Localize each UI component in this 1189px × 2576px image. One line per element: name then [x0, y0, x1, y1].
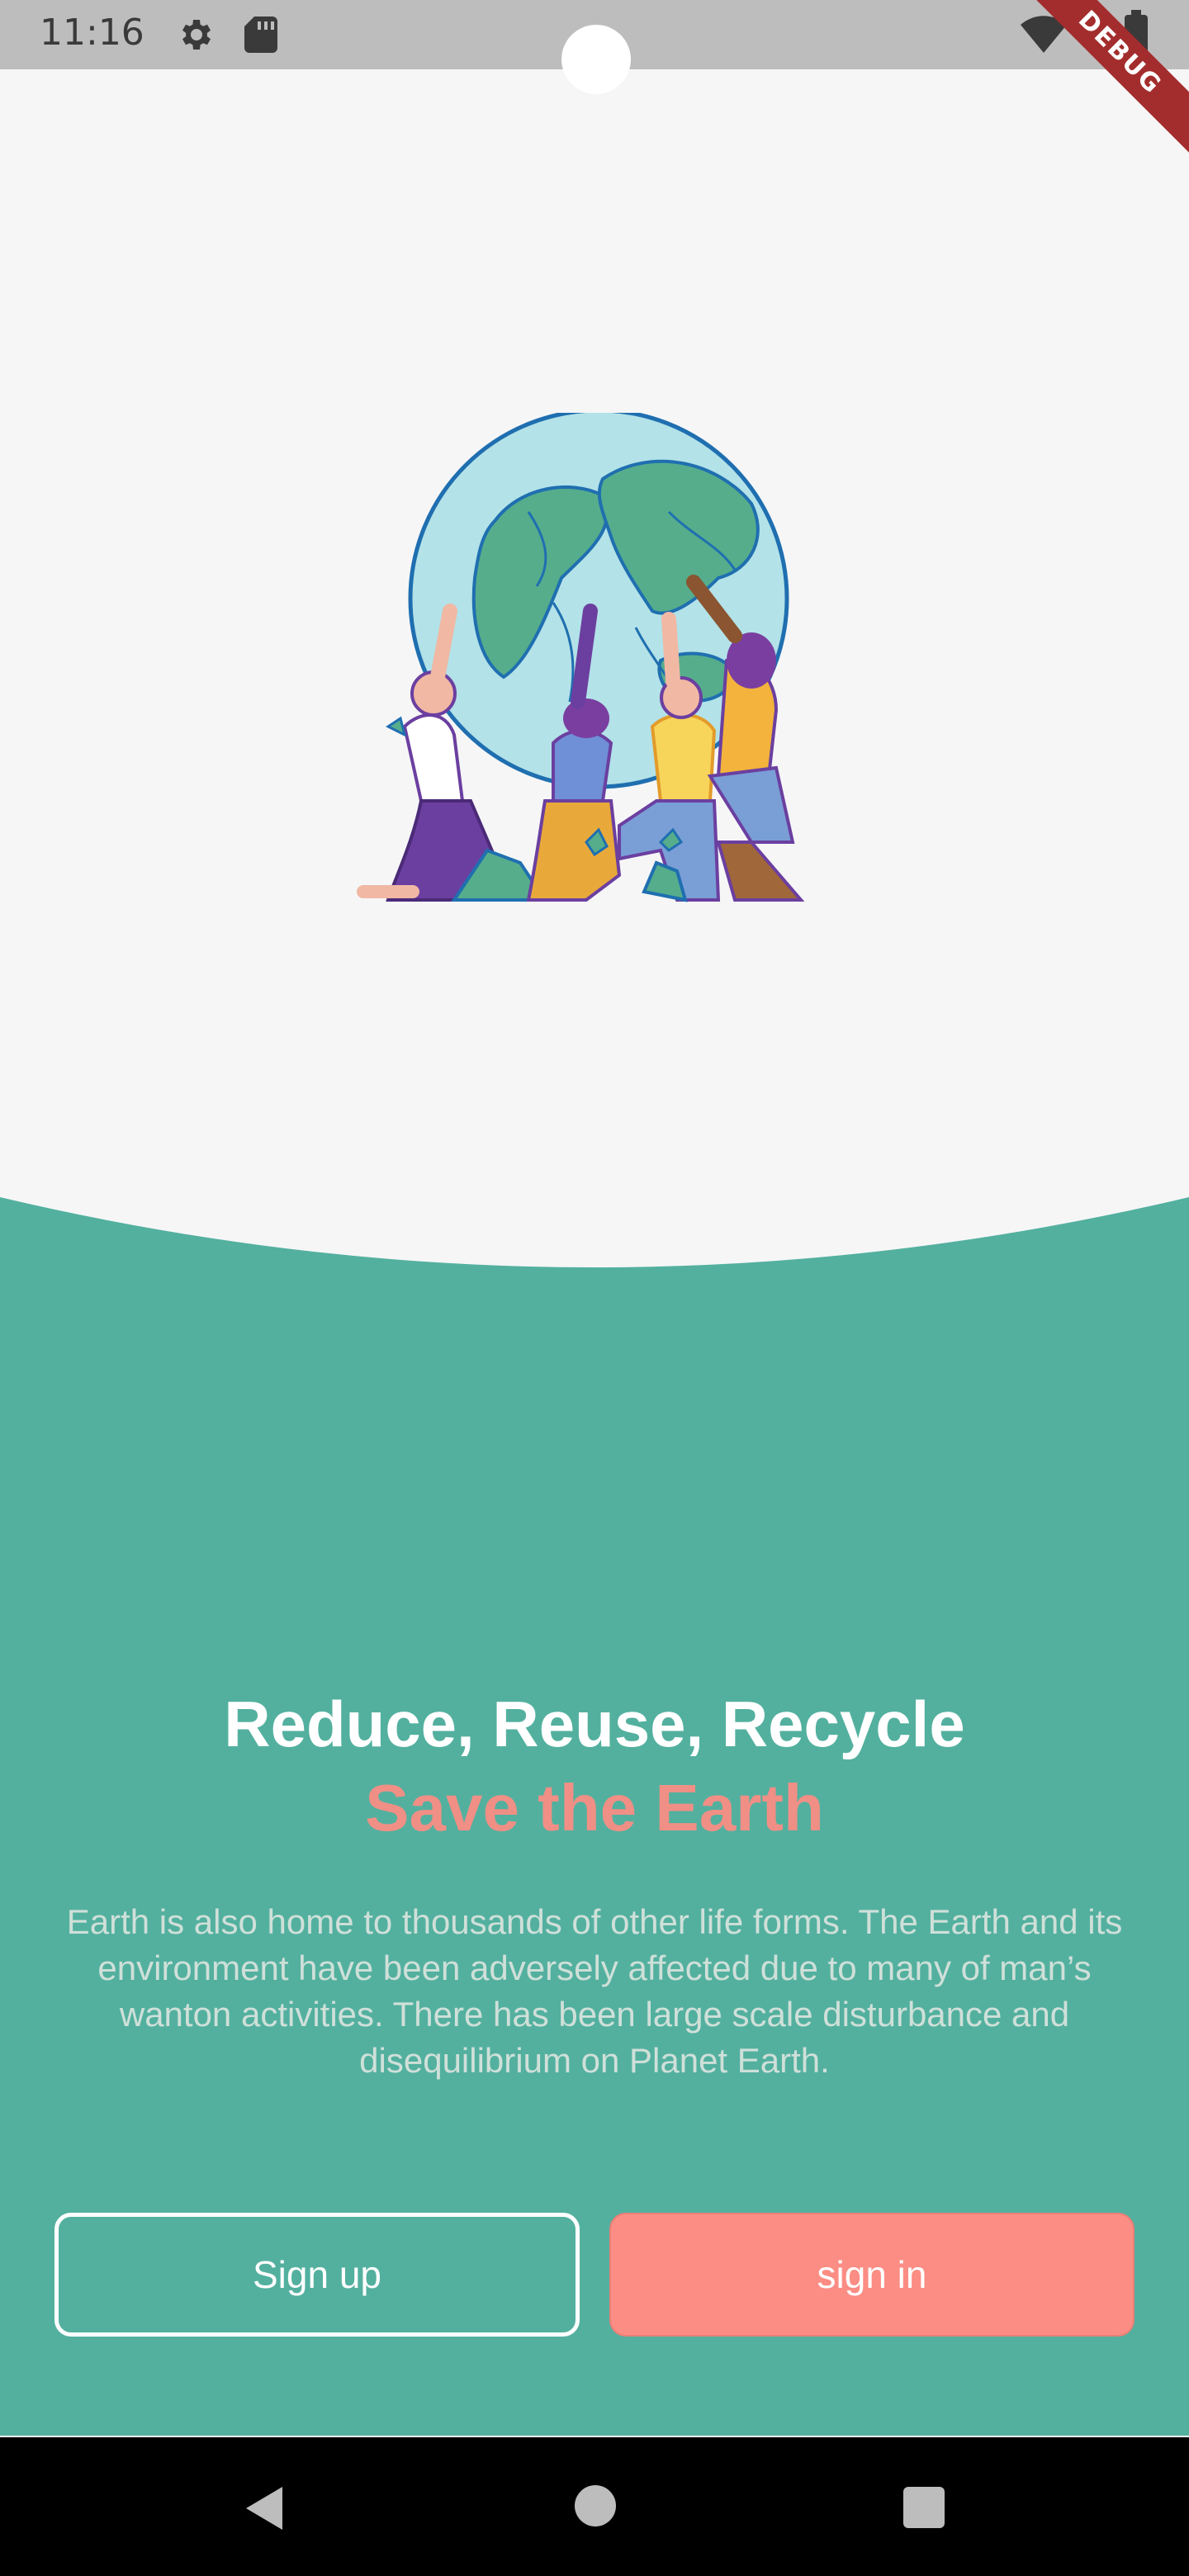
status-time: 11:16	[40, 12, 144, 54]
sign-in-button[interactable]: sign in	[609, 2213, 1135, 2337]
sd-card-icon	[244, 17, 277, 53]
home-icon[interactable]	[575, 2485, 616, 2526]
gear-icon	[182, 20, 211, 50]
camera-cutout	[561, 25, 631, 94]
welcome-screen: 11:16 DEBUG Reduce, Reuse, Recycle Save …	[0, 0, 1189, 2576]
sign-up-button[interactable]: Sign up	[54, 2213, 580, 2337]
sign-up-label: Sign up	[252, 2253, 381, 2296]
hero-title: Reduce, Reuse, Recycle	[224, 1688, 965, 1760]
back-icon[interactable]	[239, 2484, 286, 2533]
navigation-bar	[0, 2437, 1189, 2576]
sign-in-label: sign in	[817, 2253, 927, 2296]
recent-apps-icon[interactable]	[903, 2487, 945, 2528]
earth-illustration	[357, 413, 805, 902]
hero-subtitle: Save the Earth	[365, 1771, 824, 1844]
status-bar: 11:16	[0, 0, 1189, 94]
hero-description: Earth is also home to thousands of other…	[66, 1902, 1123, 2080]
